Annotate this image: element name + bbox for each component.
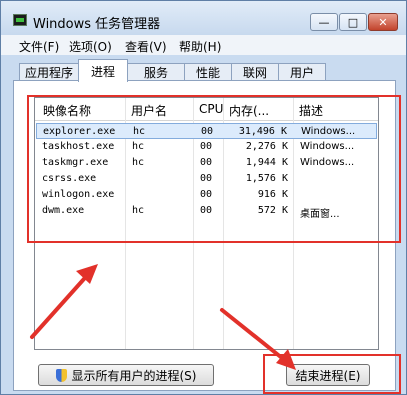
column-image-name[interactable]: 映像名称	[43, 102, 91, 119]
process-desc-cell: Windows...	[301, 126, 356, 137]
show-all-users-processes-button[interactable]: 显示所有用户的进程(S)	[38, 364, 214, 386]
menu-view[interactable]: 查看(V)	[125, 38, 167, 55]
close-button[interactable]: ✕	[368, 13, 398, 31]
process-mem-cell: 31,496 K	[238, 126, 287, 137]
process-row[interactable]: winlogon.exe 00 916 K	[36, 187, 377, 203]
tab-networking[interactable]: 联网	[231, 63, 279, 81]
task-manager-icon	[13, 14, 27, 26]
menu-bar: 文件(F) 选项(O) 查看(V) 帮助(H)	[1, 35, 406, 55]
process-name-cell: taskhost.exe	[42, 141, 115, 152]
process-desc-cell: Windows...	[300, 141, 355, 152]
process-cpu-cell: 00	[200, 141, 213, 152]
column-memory[interactable]: 内存(...	[229, 102, 269, 119]
tab-applications[interactable]: 应用程序	[19, 63, 79, 81]
column-user-name[interactable]: 用户名	[131, 102, 167, 119]
process-name-cell: winlogon.exe	[42, 189, 115, 200]
process-mem-cell: 1,944 K	[245, 157, 288, 168]
uac-shield-icon	[55, 368, 67, 382]
process-user-cell: hc	[132, 205, 145, 216]
process-name-cell: dwm.exe	[42, 205, 85, 216]
process-cpu-cell: 00	[200, 157, 213, 168]
process-row[interactable]: dwm.exe hc 00 572 K 桌面窗...	[36, 203, 377, 220]
process-row[interactable]: taskhost.exe hc 00 2,276 K Windows...	[36, 139, 377, 155]
column-description[interactable]: 描述	[299, 102, 323, 119]
process-row[interactable]: csrss.exe 00 1,576 K	[36, 171, 377, 187]
tab-performance[interactable]: 性能	[184, 63, 232, 81]
process-mem-cell: 572 K	[257, 205, 288, 216]
process-user-cell: hc	[132, 157, 145, 168]
process-cpu-cell: 00	[201, 126, 214, 137]
window-title: Windows 任务管理器	[33, 17, 161, 32]
process-list-header: 映像名称 用户名 CPU 内存(... 描述	[35, 98, 378, 121]
menu-options[interactable]: 选项(O)	[69, 38, 112, 55]
process-name-cell: explorer.exe	[43, 126, 116, 137]
menu-file[interactable]: 文件(F)	[19, 38, 59, 55]
task-manager-window: Windows 任务管理器 — □ ✕ 文件(F) 选项(O) 查看(V) 帮助…	[0, 0, 407, 395]
column-cpu[interactable]: CPU	[199, 102, 223, 116]
processes-panel: 映像名称 用户名 CPU 内存(... 描述 explorer.exe hc 00 3…	[13, 80, 396, 391]
process-name-cell: csrss.exe	[42, 173, 97, 184]
process-list[interactable]: 映像名称 用户名 CPU 内存(... 描述 explorer.exe hc 00 3…	[34, 97, 379, 350]
process-cpu-cell: 00	[200, 189, 213, 200]
process-cpu-cell: 00	[200, 205, 213, 216]
end-process-button[interactable]: 结束进程(E)	[286, 364, 370, 386]
process-name-cell: taskmgr.exe	[42, 157, 109, 168]
process-mem-cell: 1,576 K	[245, 173, 288, 184]
end-process-label: 结束进程(E)	[295, 368, 361, 383]
tab-processes[interactable]: 进程	[78, 59, 128, 82]
process-cpu-cell: 00	[200, 173, 213, 184]
process-user-cell: hc	[133, 126, 146, 137]
process-user-cell: hc	[132, 141, 145, 152]
process-row[interactable]: taskmgr.exe hc 00 1,944 K Windows...	[36, 155, 377, 171]
show-all-users-processes-label: 显示所有用户的进程(S)	[71, 368, 197, 383]
process-mem-cell: 916 K	[257, 189, 288, 200]
tab-strip: 应用程序 进程 服务 性能 联网 用户	[1, 57, 406, 82]
process-desc-cell: 桌面窗...	[300, 209, 340, 220]
process-desc-cell: Windows...	[300, 157, 355, 168]
tab-services[interactable]: 服务	[127, 63, 185, 81]
minimize-button[interactable]: —	[310, 13, 338, 31]
title-bar: Windows 任务管理器 — □ ✕	[1, 1, 406, 35]
menu-help[interactable]: 帮助(H)	[179, 38, 221, 55]
tab-users[interactable]: 用户	[278, 63, 326, 81]
maximize-button[interactable]: □	[339, 13, 367, 31]
process-mem-cell: 2,276 K	[245, 141, 288, 152]
process-row[interactable]: explorer.exe hc 00 31,496 K Windows...	[36, 123, 377, 139]
